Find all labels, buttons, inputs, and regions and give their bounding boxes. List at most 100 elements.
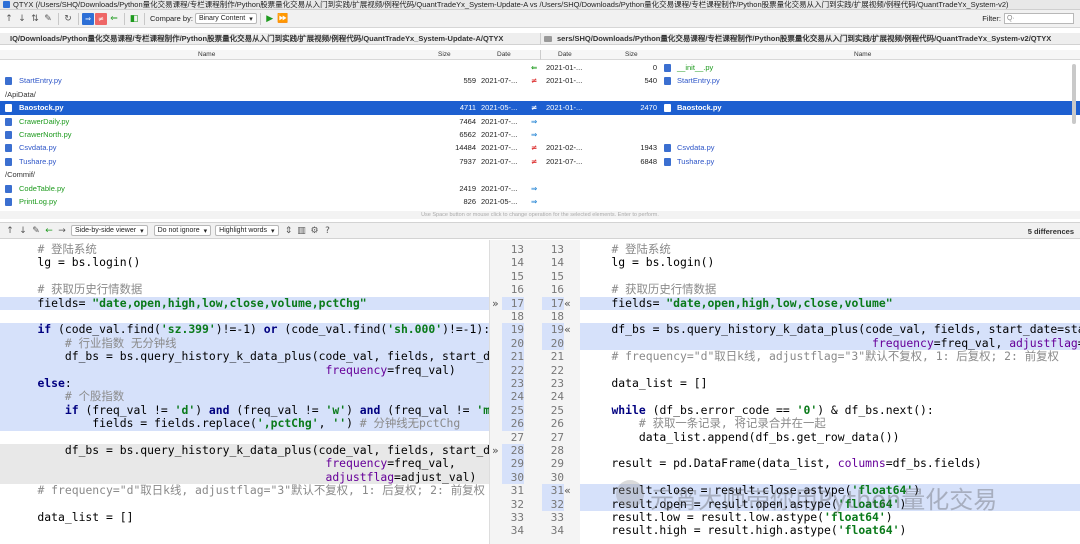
code-line[interactable]: # frequency="d"取日k线, adjustflag="3"默认不复权…	[580, 349, 1080, 363]
code-line[interactable]: # 个股指数	[0, 390, 489, 404]
code-line[interactable]: adjustflag=adjust_val) #	[0, 470, 489, 485]
code-line[interactable]	[0, 310, 489, 323]
code-line[interactable]: # 获取一条记录, 将记录合并在一起	[580, 416, 1080, 430]
folder-icon[interactable]	[544, 36, 552, 42]
code-line[interactable]: data_list.append(df_bs.get_row_data())	[580, 430, 1080, 444]
code-line[interactable]	[580, 364, 1080, 377]
compare-status-icon[interactable]: ≠	[531, 141, 537, 154]
left-code-pane[interactable]: # 登陆系统 lg = bs.login() # 获取历史行情数据 fields…	[0, 240, 490, 544]
collapse-icon[interactable]: ⇕	[283, 225, 295, 237]
right-only-filter-icon[interactable]: ⇐	[108, 13, 120, 25]
viewer-select[interactable]: Side-by-side viewer ▾	[71, 225, 148, 236]
code-line[interactable]: data_list = []	[580, 376, 1080, 390]
left-only-filter-icon[interactable]: ⇒	[82, 12, 94, 25]
compare-status-icon[interactable]: ≠	[531, 101, 537, 114]
file-row[interactable]: CrawerNorth.py 6562 2021-07-... ⇒	[0, 128, 1080, 141]
code-line[interactable]	[0, 498, 489, 511]
compare-status-icon[interactable]: ⇒	[531, 115, 537, 128]
code-line[interactable]: # 登陆系统	[0, 242, 489, 256]
column-size[interactable]: Size	[438, 50, 451, 60]
code-line[interactable]: # 行业指数 无分钟线	[0, 336, 489, 351]
code-line[interactable]: df_bs = bs.query_history_k_data_plus(cod…	[0, 443, 489, 458]
column-size[interactable]: Size	[625, 50, 638, 60]
compare-status-icon[interactable]: ⇒	[531, 195, 537, 208]
file-row[interactable]: ⇐ 2021-01-... 0 __init__.py	[0, 61, 1080, 74]
code-line[interactable]: # 获取历史行情数据	[0, 282, 489, 296]
compare-status-icon[interactable]: ≠	[531, 155, 537, 168]
file-row[interactable]: Baostock.py 4711 2021-05-... ≠ 2021-01-... 24…	[0, 101, 1080, 115]
code-line[interactable]: # 获取历史行情数据	[580, 282, 1080, 296]
compare-status-icon[interactable]: ⇒	[531, 182, 537, 195]
filter-input[interactable]: Q·	[1004, 13, 1074, 24]
code-line[interactable]: # frequency="d"取日k线, adjustflag="3"默认不复权…	[0, 483, 489, 497]
swap-icon[interactable]: ⇅	[29, 13, 41, 25]
file-row[interactable]: Csvdata.py 14484 2021-07-... ≠ 2021-02-... 19…	[0, 141, 1080, 154]
ignore-select[interactable]: Do not ignore ▾	[153, 225, 212, 236]
left-file-name: Baostock.py	[19, 103, 64, 113]
code-line[interactable]: # 登陆系统	[580, 242, 1080, 256]
code-line[interactable]	[580, 390, 1080, 403]
code-line[interactable]: df_bs = bs.query_history_k_data_plus(cod…	[580, 322, 1080, 337]
file-row[interactable]: /Commif/	[0, 168, 1080, 181]
code-line[interactable]: frequency=freq_val,	[0, 456, 489, 471]
file-row[interactable]: Tushare.py 7937 2021-07-... ≠ 2021-07-... 684…	[0, 155, 1080, 168]
code-line[interactable]	[580, 444, 1080, 457]
refresh-icon[interactable]: ↻	[62, 13, 74, 25]
compare-status-icon[interactable]: ⇐	[531, 61, 537, 74]
code-line[interactable]: fields= "date,open,high,low,close,volume…	[580, 296, 1080, 310]
code-line[interactable]: lg = bs.login()	[0, 255, 489, 269]
fast-forward-icon[interactable]: ⏩	[277, 13, 289, 25]
arrow-right-icon[interactable]: →	[56, 225, 68, 237]
code-line[interactable]: lg = bs.login()	[580, 255, 1080, 269]
code-line[interactable]: result = pd.DataFrame(data_list, columns…	[580, 456, 1080, 470]
file-row[interactable]: StartEntry.py 559 2021-07-... ≠ 2021-01-... 5…	[0, 74, 1080, 87]
apply-right-icon[interactable]: »	[492, 444, 499, 457]
arrow-down-icon[interactable]: ↓	[17, 225, 29, 237]
column-date[interactable]: Date	[558, 50, 572, 60]
file-row[interactable]: /ApiData/	[0, 88, 1080, 101]
copy-left-icon[interactable]: ◧	[128, 13, 140, 25]
apply-right-icon[interactable]: »	[492, 297, 499, 310]
file-row[interactable]: CodeTable.py 2419 2021-07-... ⇒	[0, 182, 1080, 195]
compare-by-select[interactable]: Binary Content ▾	[194, 13, 257, 24]
code-line[interactable]: if (code_val.find('sz.399')!=-1) or (cod…	[0, 322, 489, 337]
file-row[interactable]: CrawerDaily.py 7464 2021-07-... ⇒	[0, 115, 1080, 128]
file-list-scrollbar[interactable]	[1072, 64, 1076, 124]
code-line[interactable]	[0, 270, 489, 283]
help-icon[interactable]: ?	[322, 225, 334, 237]
apply-left-icon[interactable]: «	[564, 323, 571, 336]
column-date[interactable]: Date	[497, 50, 511, 60]
code-line[interactable]: result.high = result.high.astype('float6…	[580, 523, 1080, 537]
edit-icon[interactable]: ✎	[30, 225, 42, 237]
settings-icon[interactable]: ⚙	[309, 225, 321, 237]
code-line[interactable]: fields= "date,open,high,low,close,volume…	[0, 296, 489, 310]
sync-scroll-icon[interactable]: ▥	[296, 225, 308, 237]
arrow-up-icon[interactable]: ↑	[3, 13, 15, 25]
highlight-select[interactable]: Highlight words ▾	[215, 225, 279, 236]
compare-status-icon[interactable]: ⇒	[531, 128, 537, 141]
code-line[interactable]: while (df_bs.error_code == '0') & df_bs.…	[580, 403, 1080, 417]
play-icon[interactable]: ▶	[264, 13, 276, 25]
file-row[interactable]: PrintLog.py 826 2021-05-... ⇒	[0, 195, 1080, 208]
code-line[interactable]: fields = fields.replace(',pctChg', '') #…	[0, 416, 489, 431]
apply-left-icon[interactable]: «	[564, 484, 571, 497]
code-line[interactable]: data_list = []	[0, 510, 489, 524]
code-line[interactable]	[0, 431, 489, 444]
code-line[interactable]: frequency=freq_val)	[0, 363, 489, 377]
arrow-down-icon[interactable]: ↓	[16, 13, 28, 25]
different-filter-icon[interactable]: ≠	[95, 12, 107, 25]
compare-status-icon[interactable]: ≠	[531, 74, 537, 87]
column-name[interactable]: Name	[198, 50, 215, 60]
code-line[interactable]: if (freq_val != 'd') and (freq_val != 'w…	[0, 403, 489, 418]
code-line[interactable]	[580, 310, 1080, 323]
code-line[interactable]: else:	[0, 376, 489, 391]
code-line[interactable]	[580, 270, 1080, 283]
column-name[interactable]: Name	[854, 50, 871, 60]
apply-left-icon[interactable]: «	[564, 297, 571, 310]
edit-icon[interactable]: ✎	[42, 13, 54, 25]
code-line[interactable]: df_bs = bs.query_history_k_data_plus(cod…	[0, 349, 489, 364]
arrow-left-icon[interactable]: ←	[43, 225, 55, 237]
left-line-number: 13	[510, 243, 524, 256]
code-line[interactable]: frequency=freq_val, adjustflag=adjust_va	[580, 336, 1080, 351]
arrow-up-icon[interactable]: ↑	[4, 225, 16, 237]
